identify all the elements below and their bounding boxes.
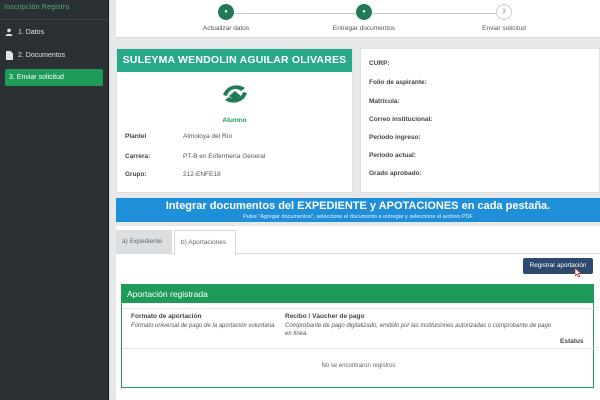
tab-aportaciones[interactable]: b) Aportaciones	[174, 230, 236, 255]
profile-value: 212-ENFE18	[183, 171, 221, 178]
info-folio: Folio de aspirante:	[369, 79, 427, 86]
step-entregar-documentos[interactable]: ● Entregar documentos	[314, 4, 414, 32]
info-periodo-ingreso: Periodo ingreso:	[369, 134, 421, 141]
empty-state-text: No se encontraron registros	[321, 363, 396, 369]
mouse-cursor-icon	[575, 268, 582, 277]
sidebar-item-label: 2. Documentos	[18, 51, 66, 59]
progress-stepper: ● Actualizar datos ● Entregar documentos…	[116, 0, 600, 38]
student-role: Alumno	[222, 117, 247, 124]
divider	[122, 308, 595, 309]
user-icon	[5, 28, 13, 37]
profile-row-grupo: Grupo: 212-ENFE18	[125, 171, 221, 178]
sidebar-item-label: 1. Datos	[18, 28, 45, 36]
student-name: SULEYMA WENDOLIN AGUILAR OLIVARES	[117, 49, 352, 72]
column-desc-formato: Formato universal de pago de la aportaci…	[131, 323, 277, 329]
contribution-table-header: Aportación registrada	[122, 285, 593, 303]
banner-title: Integrar documentos del EXPEDIENTE y APO…	[165, 200, 551, 212]
step-check-icon: ●	[356, 4, 372, 20]
sidebar: Inscripción Registro 1. Datos 2. Documen…	[0, 0, 109, 400]
institution-logo-icon	[222, 85, 247, 103]
divider	[122, 348, 595, 349]
info-matricula: Matrícula:	[369, 98, 400, 105]
tab-expediente[interactable]: a) Expediente	[116, 230, 172, 254]
contribution-table: Aportación registrada Formato de aportac…	[121, 284, 595, 388]
file-icon	[5, 50, 13, 60]
profile-key: Carrera:	[125, 153, 151, 160]
column-header-formato: Formato de aportación	[131, 313, 202, 320]
documents-panel: a) Expediente b) Aportaciones Registrar …	[116, 226, 600, 400]
profile-value: PT-B en Enfermería General	[183, 153, 266, 160]
sidebar-item-datos[interactable]: 1. Datos	[0, 21, 108, 43]
profile-key: Plantel	[125, 133, 147, 140]
instructions-banner: Integrar documentos del EXPEDIENTE y APO…	[116, 198, 600, 222]
profile-row-carrera: Carrera: PT-B en Enfermería General	[125, 153, 265, 160]
sidebar-item-documentos[interactable]: 2. Documentos	[0, 44, 108, 66]
step-label: Enviar solicitud	[482, 25, 526, 32]
column-header-estatus: Estatus	[560, 338, 584, 345]
step-label: Actualizar datos	[202, 25, 250, 32]
profile-value: Almoloya del Río	[183, 133, 233, 140]
register-contribution-button[interactable]: Registrar aportación	[523, 258, 593, 274]
step-actualizar-datos[interactable]: ● Actualizar datos	[176, 4, 276, 32]
column-desc-recibo: Comprobante de pago digitalizado, emitid…	[285, 323, 552, 337]
info-periodo-actual: Periodo actual:	[369, 152, 416, 159]
profile-key: Grupo:	[125, 171, 147, 178]
info-grado: Grado aprobado:	[369, 170, 422, 177]
profile-row-plantel: Plantel Almoloya del Río	[125, 133, 232, 140]
student-profile-card: SULEYMA WENDOLIN AGUILAR OLIVARES Alumno…	[116, 48, 353, 193]
column-header-recibo: Recibo / Váucher de pago	[285, 313, 365, 320]
tab-bar: a) Expediente b) Aportaciones	[116, 226, 600, 255]
info-correo: Correo institucional:	[369, 116, 433, 123]
step-enviar-solicitud[interactable]: 3 Enviar solicitud	[454, 4, 554, 32]
banner-subtitle: Pulse "Agregar documentos", seleccione e…	[243, 214, 473, 220]
main-content: ● Actualizar datos ● Entregar documentos…	[110, 0, 600, 400]
sidebar-item-enviar-solicitud[interactable]: 3. Enviar solicitud	[5, 69, 103, 86]
step-label: Entregar documentos	[332, 25, 396, 32]
institution-logo	[117, 74, 352, 114]
sidebar-item-label: 3. Enviar solicitud	[9, 74, 64, 81]
info-curp: CURP:	[369, 60, 390, 67]
student-info-card: CURP: Folio de aspirante: Matrícula: Cor…	[360, 48, 600, 193]
step-check-icon: ●	[218, 4, 234, 20]
sidebar-title: Inscripción Registro	[0, 0, 108, 20]
step-number: 3	[496, 4, 512, 20]
